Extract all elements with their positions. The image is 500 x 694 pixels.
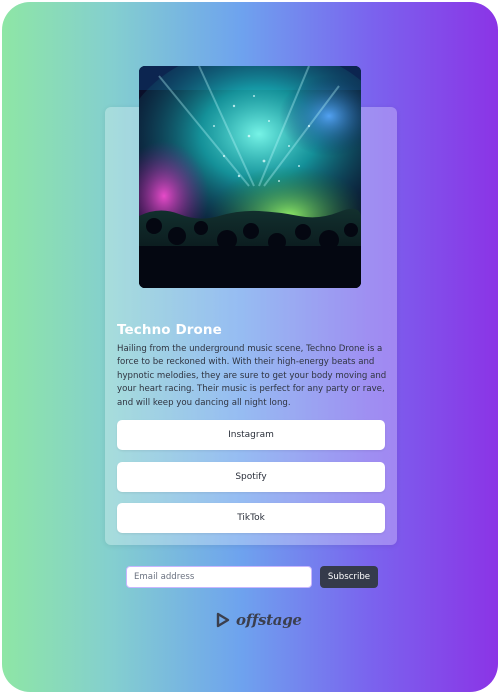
artist-bio: Hailing from the underground music scene… — [117, 344, 387, 408]
tiktok-link-button[interactable]: TikTok — [117, 503, 385, 533]
instagram-link-button[interactable]: Instagram — [117, 420, 385, 450]
brand-name: offstage — [236, 611, 302, 629]
page-background: Techno Drone Hailing from the undergroun… — [2, 2, 498, 692]
artist-cover-image — [139, 66, 361, 288]
play-triangle-icon — [216, 612, 230, 628]
spotify-link-button[interactable]: Spotify — [117, 462, 385, 492]
subscribe-button[interactable]: Subscribe — [320, 566, 378, 588]
brand-logo[interactable]: offstage — [214, 608, 302, 632]
email-input[interactable]: Email address — [126, 566, 312, 588]
email-placeholder: Email address — [134, 572, 195, 582]
artist-name: Techno Drone — [117, 322, 222, 338]
